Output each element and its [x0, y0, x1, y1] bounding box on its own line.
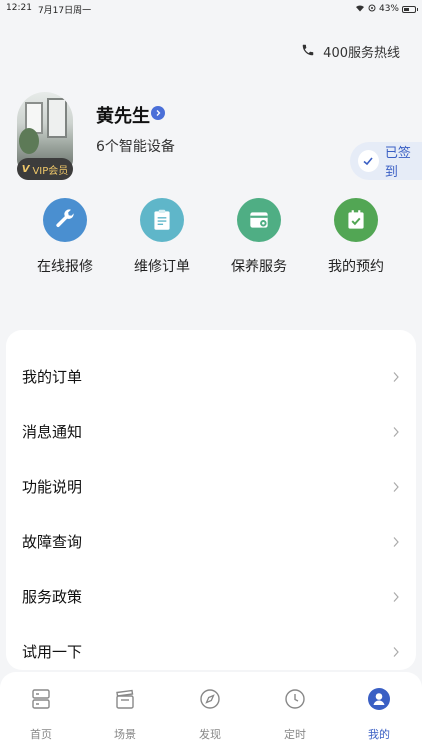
status-date: 7月17日周一 — [37, 5, 92, 16]
menu-item-my-orders[interactable]: 我的订单 — [6, 349, 416, 404]
tab-me[interactable]: 我的 — [344, 686, 414, 742]
service-hotline-button[interactable]: 400服务热线 — [301, 42, 400, 61]
vip-mark: V — [21, 163, 30, 175]
quick-action-label: 我的预约 — [328, 259, 384, 275]
chevron-right-icon — [393, 591, 399, 602]
tab-label: 定时 — [284, 728, 306, 741]
status-bar: 12:21 7月17日周一 43% — [0, 0, 422, 18]
menu-item-notifications[interactable]: 消息通知 — [6, 404, 416, 459]
tab-timer[interactable]: 定时 — [260, 686, 330, 742]
check-icon — [358, 150, 379, 172]
menu-item-service-policy[interactable]: 服务政策 — [6, 569, 416, 624]
wifi-icon — [355, 4, 365, 15]
quick-action-label: 保养服务 — [231, 259, 287, 275]
menu-item-label: 试用一下 — [22, 643, 83, 661]
location-icon — [368, 4, 376, 15]
menu-item-fault-lookup[interactable]: 故障查询 — [6, 514, 416, 569]
checkin-button[interactable]: 已签到 — [350, 142, 422, 180]
battery-icon — [402, 5, 418, 13]
tab-discover[interactable]: 发现 — [175, 686, 245, 742]
quick-action-label: 维修订单 — [134, 259, 190, 275]
tab-label: 场景 — [114, 728, 136, 741]
tab-label: 发现 — [199, 728, 221, 741]
menu-item-label: 消息通知 — [22, 423, 83, 441]
clapperboard-icon — [112, 686, 138, 712]
menu-item-try-it[interactable]: 试用一下 — [6, 624, 416, 670]
chevron-right-icon[interactable] — [151, 106, 165, 120]
quick-action-online-repair[interactable]: 在线报修 — [25, 198, 105, 276]
vip-badge: V VIP会员 — [17, 158, 73, 180]
chevron-right-icon — [393, 646, 399, 657]
checkin-label: 已签到 — [384, 146, 411, 180]
chevron-right-icon — [393, 426, 399, 437]
tab-label: 我的 — [368, 728, 390, 741]
menu-item-label: 功能说明 — [22, 478, 83, 496]
chevron-right-icon — [393, 481, 399, 492]
tab-label: 首页 — [30, 728, 52, 741]
battery-percent: 43% — [378, 4, 399, 14]
menu-item-label: 故障查询 — [22, 533, 83, 551]
clipboard-icon — [140, 198, 184, 242]
chevron-right-icon — [393, 371, 399, 382]
status-time: 12:21 — [6, 2, 32, 13]
vip-label: VIP会员 — [32, 165, 69, 177]
wrench-icon — [43, 198, 87, 242]
tab-scenes[interactable]: 场景 — [90, 686, 160, 742]
menu-item-feature-guide[interactable]: 功能说明 — [6, 459, 416, 514]
tab-home[interactable]: 首页 — [6, 686, 76, 742]
hotline-label: 400服务热线 — [323, 46, 400, 61]
phone-icon — [301, 43, 315, 61]
calendar-check-icon — [334, 198, 378, 242]
menu-item-label: 服务政策 — [22, 588, 83, 606]
menu-item-label: 我的订单 — [22, 368, 83, 386]
quick-action-label: 在线报修 — [37, 259, 93, 275]
home-devices-icon — [28, 686, 54, 712]
quick-actions: 在线报修 维修订单 保养服务 我的预约 — [0, 198, 422, 298]
device-count: 6个智能设备 — [96, 139, 175, 155]
chevron-right-icon — [393, 536, 399, 547]
compass-icon — [197, 686, 223, 712]
user-name[interactable]: 黄先生 — [96, 102, 150, 128]
quick-action-maintenance[interactable]: 保养服务 — [219, 198, 299, 276]
clock-icon — [282, 686, 308, 712]
quick-action-appointments[interactable]: 我的预约 — [316, 198, 396, 276]
quick-action-repair-orders[interactable]: 维修订单 — [122, 198, 202, 276]
service-card-icon — [237, 198, 281, 242]
profile-icon — [366, 686, 392, 712]
menu-card: 我的订单 消息通知 功能说明 故障查询 服务政策 试用一下 — [6, 330, 416, 670]
tab-bar: 首页 场景 发现 定时 我的 — [0, 672, 422, 750]
